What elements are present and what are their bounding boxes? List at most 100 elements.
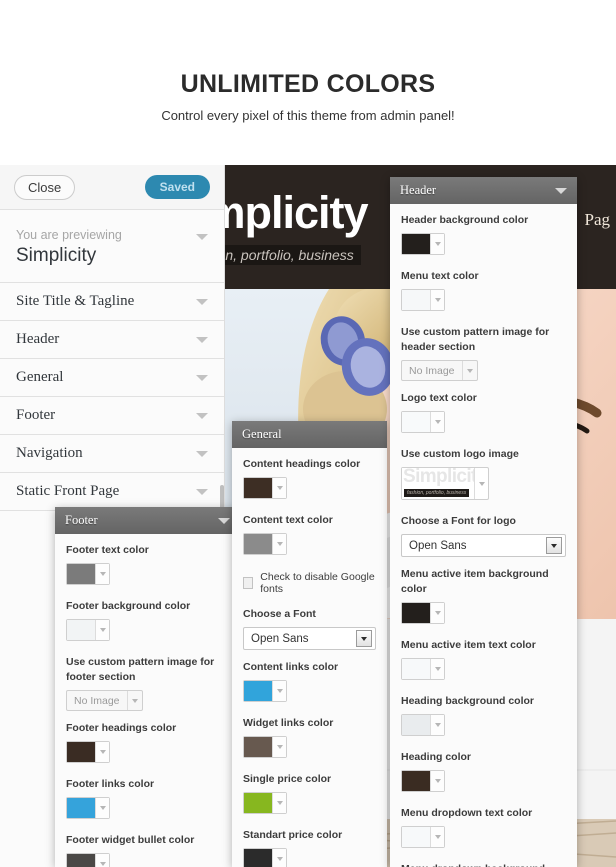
sidebar-item-site-title-tagline[interactable]: Site Title & Tagline: [0, 283, 224, 321]
chevron-down-icon: [196, 298, 208, 305]
color-picker-button[interactable]: [401, 411, 445, 433]
theme-summary[interactable]: You are previewing Simplicity: [0, 210, 224, 283]
color-picker-button[interactable]: [401, 826, 445, 848]
sidebar-item-footer[interactable]: Footer: [0, 397, 224, 435]
sidebar-item-label: Footer: [16, 407, 56, 423]
color-picker-button[interactable]: [66, 853, 110, 867]
chevron-down-icon[interactable]: [218, 517, 230, 524]
promo-banner: UNLIMITED COLORS Control every pixel of …: [0, 0, 616, 165]
field-label: Widget links color: [243, 717, 334, 729]
color-picker-button[interactable]: [401, 770, 445, 792]
field-custom-logo-image: Use custom logo image Simplicity fashion…: [401, 447, 566, 504]
customizer-topbar: Close Saved: [0, 165, 224, 210]
color-picker-button[interactable]: [243, 680, 287, 702]
chevron-down-icon: [196, 488, 208, 495]
color-swatch: [67, 742, 96, 762]
chevron-down-icon: [196, 412, 208, 419]
field-footer-pattern-image: Use custom pattern image for footer sect…: [66, 655, 229, 711]
image-picker-button[interactable]: No Image: [66, 690, 143, 711]
color-swatch: [67, 854, 96, 867]
color-picker-button[interactable]: [401, 233, 445, 255]
field-menu-active-item-text-color: Menu active item text color: [401, 638, 566, 684]
font-select[interactable]: Open Sans: [243, 627, 376, 650]
image-picker-button[interactable]: No Image: [401, 360, 478, 381]
field-content-text-color: Content text color: [243, 513, 376, 559]
chevron-down-icon: [431, 290, 444, 310]
color-picker-button[interactable]: [243, 533, 287, 555]
color-picker-button[interactable]: [243, 848, 287, 867]
color-picker-button[interactable]: [66, 741, 110, 763]
sidebar-item-header[interactable]: Header: [0, 321, 224, 359]
field-header-pattern-image: Use custom pattern image for header sect…: [401, 325, 566, 381]
chevron-down-icon: [96, 798, 109, 818]
image-picker-value: No Image: [74, 694, 120, 707]
saved-button[interactable]: Saved: [144, 175, 210, 199]
color-picker-button[interactable]: [243, 736, 287, 758]
logo-thumbnail-word: Simplicity: [403, 468, 474, 487]
color-swatch: [402, 234, 431, 254]
field-logo-text-color: Logo text color: [401, 391, 566, 437]
color-picker-button[interactable]: [401, 602, 445, 624]
logo-thumbnail: Simplicity fashion, portfolio, business: [402, 468, 474, 499]
chevron-down-icon: [431, 715, 444, 735]
chevron-down-icon: [126, 691, 142, 710]
field-footer-links-color: Footer links color: [66, 777, 229, 823]
panel-header-header[interactable]: Header: [390, 177, 577, 204]
logo-image-picker-button[interactable]: Simplicity fashion, portfolio, business: [401, 467, 489, 500]
color-swatch: [67, 798, 96, 818]
field-header-background-color: Header background color: [401, 213, 566, 259]
theme-name: Simplicity: [16, 245, 97, 266]
color-picker-button[interactable]: [401, 658, 445, 680]
field-standart-price-color: Standart price color: [243, 828, 376, 867]
field-choose-a-font-for-logo: Choose a Font for logo Open Sans: [401, 514, 566, 557]
field-disable-google-fonts[interactable]: Check to disable Google fonts: [243, 571, 376, 595]
color-picker-button[interactable]: [66, 797, 110, 819]
sidebar-item-navigation[interactable]: Navigation: [0, 435, 224, 473]
sidebar-item-static-front-page[interactable]: Static Front Page: [0, 473, 224, 511]
field-label: Use custom pattern image for header sect…: [401, 326, 550, 353]
sidebar-item-label: Site Title & Tagline: [16, 293, 135, 309]
chevron-down-icon: [196, 450, 208, 457]
field-label: Menu active item background color: [401, 568, 549, 595]
sidebar-item-label: Navigation: [16, 445, 83, 461]
footer-settings-panel: Footer Footer text color Footer backgrou…: [55, 507, 240, 867]
logo-font-select[interactable]: Open Sans: [401, 534, 566, 557]
field-footer-text-color: Footer text color: [66, 543, 229, 589]
chevron-down-icon: [431, 771, 444, 791]
panel-title: Footer: [65, 513, 98, 527]
field-footer-headings-color: Footer headings color: [66, 721, 229, 767]
logo-font-select-value: Open Sans: [409, 539, 467, 552]
color-picker-button[interactable]: [401, 289, 445, 311]
color-swatch: [244, 737, 273, 757]
panel-header-footer[interactable]: Footer: [55, 507, 240, 534]
color-picker-button[interactable]: [243, 477, 287, 499]
field-label: Heading background color: [401, 695, 535, 707]
color-picker-button[interactable]: [243, 792, 287, 814]
color-picker-button[interactable]: [66, 563, 110, 585]
color-swatch: [402, 290, 431, 310]
color-picker-button[interactable]: [401, 714, 445, 736]
chevron-down-icon[interactable]: [196, 234, 208, 240]
panel-header-general[interactable]: General: [232, 421, 387, 448]
field-label: Check to disable Google fonts: [260, 571, 375, 595]
field-label: Use custom pattern image for footer sect…: [66, 656, 215, 683]
panel-body-footer: Footer text color Footer background colo…: [55, 534, 240, 867]
field-label: Heading color: [401, 751, 472, 763]
sidebar-item-label: Static Front Page: [16, 483, 120, 499]
logo-thumbnail-tagline: fashion, portfolio, business: [404, 489, 470, 497]
field-label: Footer background color: [66, 600, 191, 612]
close-button[interactable]: Close: [14, 174, 76, 200]
chevron-down-icon: [546, 537, 562, 554]
sidebar-item-general[interactable]: General: [0, 359, 224, 397]
chevron-down-icon[interactable]: [555, 187, 567, 194]
preview-nav-item[interactable]: Pag: [585, 210, 611, 230]
field-heading-background-color: Heading background color: [401, 694, 566, 740]
color-picker-button[interactable]: [66, 619, 110, 641]
chevron-down-icon: [273, 681, 286, 701]
field-content-links-color: Content links color: [243, 660, 376, 706]
page-subtitle: Control every pixel of this theme from a…: [161, 108, 455, 123]
chevron-down-icon: [474, 468, 488, 499]
disable-google-fonts-checkbox[interactable]: [243, 577, 254, 589]
field-label: Menu active item text color: [401, 639, 536, 651]
field-label: Use custom logo image: [401, 448, 519, 460]
